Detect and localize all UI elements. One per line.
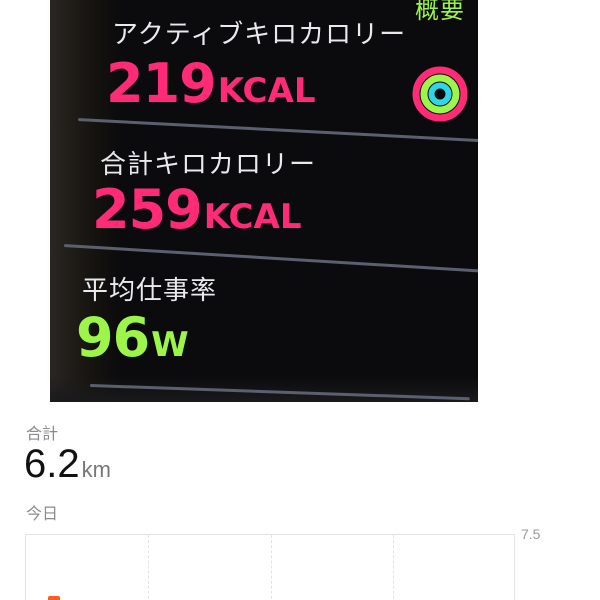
average-power-number: 96 <box>76 306 150 369</box>
total-calories-unit: KCAL <box>203 197 302 237</box>
active-calories-value: 219KCAL <box>106 52 315 115</box>
activity-rings-icon <box>412 66 468 122</box>
active-calories-label: アクティブキロカロリー <box>112 20 407 50</box>
distance-chart[interactable] <box>25 534 515 600</box>
average-power-label: 平均仕事率 <box>82 276 218 306</box>
total-calories-number: 259 <box>92 178 203 241</box>
divider <box>63 244 478 273</box>
distance-total: 6.2km <box>24 442 111 487</box>
chart-gridline <box>148 535 149 600</box>
average-power-value: 96W <box>76 306 189 369</box>
watch-summary-title: 概要 <box>415 0 465 24</box>
stand-ring <box>428 82 452 106</box>
active-calories-unit: KCAL <box>217 71 316 111</box>
active-calories-number: 219 <box>106 52 217 115</box>
chart-bar <box>48 596 60 600</box>
total-calories-label: 合計キロカロリー <box>100 150 317 180</box>
average-power-unit: W <box>151 325 189 365</box>
distance-unit: km <box>81 457 111 482</box>
distance-value: 6.2 <box>24 442 80 486</box>
workout-photo: 概要 アクティブキロカロリー 219KCAL 合計キロカロリー 259KCAL … <box>50 0 478 402</box>
chart-gridline <box>271 535 272 600</box>
period-label: 今日 <box>26 504 59 523</box>
screen: 概要 アクティブキロカロリー 219KCAL 合計キロカロリー 259KCAL … <box>0 0 600 600</box>
total-label: 合計 <box>26 424 59 443</box>
chart-y-max-label: 7.5 <box>521 526 541 542</box>
total-calories-value: 259KCAL <box>92 178 301 241</box>
chart-gridline <box>393 535 394 600</box>
